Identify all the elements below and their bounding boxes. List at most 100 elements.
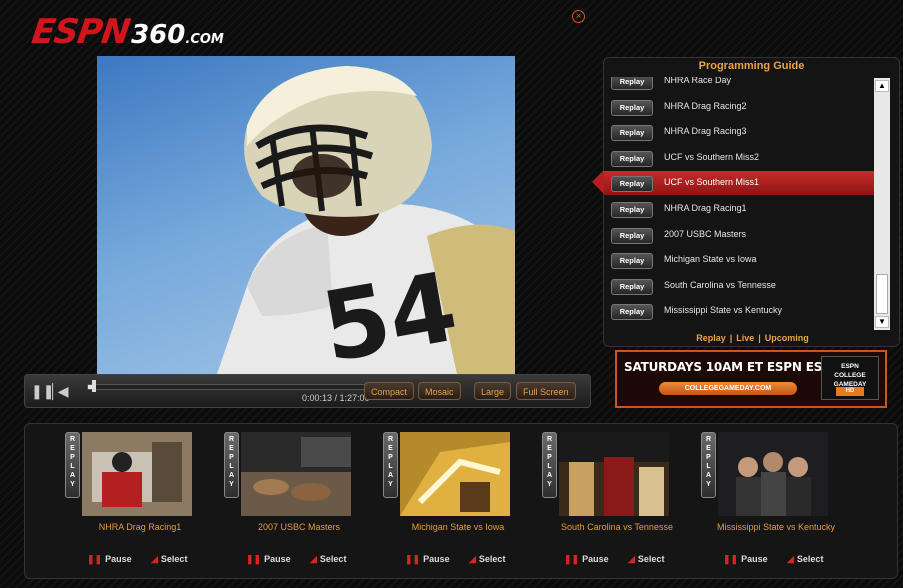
replay-button[interactable]: Replay [611,99,653,116]
select-control[interactable]: ◢ Select [628,554,664,565]
pause-control[interactable]: ❚❚ Pause [723,554,768,565]
logo-domain: .COM [185,32,224,47]
scroll-down-icon[interactable]: ▼ [875,316,889,328]
guide-item[interactable]: Replay UCF vs Southern Miss2 [604,146,874,170]
tab-replay[interactable]: Replay [696,333,726,343]
select-icon: ◢ [628,554,635,564]
replay-button[interactable]: Replay [611,278,653,295]
pause-icon: ❚❚ [564,554,580,564]
clip-thumbnail[interactable] [82,432,192,516]
select-control[interactable]: ◢ Select [787,554,823,565]
tab-live[interactable]: Live [736,333,754,343]
replay-tab[interactable]: REPLAY [542,432,557,498]
guide-item[interactable]: Replay Michigan State vs Iowa [604,248,874,272]
clip-thumbnail[interactable] [559,432,669,516]
pause-icon: ❚❚ [246,554,262,564]
clip-title[interactable]: 2007 USBC Masters [214,522,384,532]
clip-thumbnail[interactable] [241,432,351,516]
hd-badge: HD [836,387,864,396]
replay-button[interactable]: Replay [611,150,653,167]
replay-button[interactable]: Replay [611,176,653,193]
select-icon: ◢ [310,554,317,564]
guide-item[interactable]: Replay Mississippi State vs Kentucky [604,299,874,323]
clip-title[interactable]: NHRA Drag Racing1 [55,522,225,532]
tab-separator: | [729,333,733,343]
rewind-start-icon[interactable]: │◀ [49,383,69,399]
select-icon: ◢ [787,554,794,564]
pause-icon: ❚❚ [405,554,421,564]
guide-item[interactable]: Replay 2007 USBC Masters [604,223,874,247]
guide-item-label: 2007 USBC Masters [664,228,747,239]
select-label: Select [796,554,824,564]
tab-separator: | [758,333,761,343]
guide-item-label: Mississippi State vs Kentucky [664,305,783,316]
guide-item-label: NHRA Drag Racing1 [664,203,747,213]
guide-item[interactable]: Replay South Carolina vs Tennesse [604,274,874,298]
select-control[interactable]: ◢ Select [469,554,505,565]
logo-360: 360 [131,20,186,50]
replay-button[interactable]: Replay [611,227,653,244]
guide-item-label: South Carolina vs Tennesse [664,279,776,290]
seek-bar[interactable] [87,380,375,392]
replay-tab[interactable]: REPLAY [65,432,80,498]
seek-handle[interactable] [91,380,96,392]
pause-label: Pause [423,554,450,564]
badge-line: COLLEGE [834,372,866,379]
guide-item[interactable]: Replay NHRA Drag Racing3 [604,120,874,144]
select-label: Select [319,554,347,564]
mosaic-button[interactable]: Mosaic [418,382,461,400]
guide-item[interactable]: Replay NHRA Drag Racing2 [604,95,874,119]
college-gameday-ad[interactable]: SATURDAYS 10AM ET ESPN ESPNHD COLLEGEGAM… [615,350,887,408]
replay-button[interactable]: Replay [611,202,653,218]
replay-button[interactable]: Replay [611,125,653,142]
full-screen-button[interactable]: Full Screen [516,382,576,400]
replay-button[interactable]: Replay [611,253,653,270]
pause-control[interactable]: ❚❚ Pause [87,554,132,565]
tab-upcoming[interactable]: Upcoming [765,333,809,343]
scroll-thumb[interactable] [876,274,888,314]
guide-list: Replay NHRA Race Day Replay NHRA Drag Racin… [604,77,874,333]
clip-title[interactable]: Michigan State vs Iowa [373,522,543,532]
espn360-logo[interactable]: ESPN 360 .COM [29,12,224,52]
guide-item[interactable]: Replay UCF vs Southern Miss1 [604,171,874,196]
replay-tab[interactable]: REPLAY [224,432,239,498]
badge-line: ESPN [841,363,859,370]
guide-item-label: Michigan State vs Iowa [664,254,757,265]
clip-thumbnail[interactable] [718,432,828,516]
programming-guide: Programming Guide Replay NHRA Race Day Rep… [603,57,900,347]
clip-thumbnail[interactable] [400,432,510,516]
compact-button[interactable]: Compact [364,382,415,400]
scroll-up-icon[interactable]: ▲ [875,80,889,92]
replay-tab[interactable]: REPLAY [383,432,398,498]
replay-button[interactable]: Replay [611,304,653,321]
guide-item[interactable]: Replay NHRA Race Day [604,77,874,93]
pause-control[interactable]: ❚❚ Pause [246,554,291,565]
select-control[interactable]: ◢ Select [310,554,346,565]
guide-item[interactable]: Replay NHRA Drag Racing1 [604,197,874,221]
select-control[interactable]: ◢ Select [151,554,187,565]
pause-label: Pause [741,554,768,564]
close-icon[interactable]: × [572,10,585,23]
video-frame-football-player: 54 [217,66,515,374]
guide-scrollbar[interactable]: ▲ ▼ [874,78,890,330]
pause-icon: ❚❚ [87,554,103,564]
select-label: Select [478,554,506,564]
ad-url-button[interactable]: COLLEGEGAMEDAY.COM [659,382,797,395]
clip-title[interactable]: South Carolina vs Tennesse [532,522,702,532]
guide-item-label: NHRA Drag Racing3 [664,126,747,137]
replay-tab[interactable]: REPLAY [701,432,716,498]
replay-button[interactable]: Replay [611,77,653,90]
video-player[interactable]: 54 [97,56,515,374]
select-icon: ◢ [469,554,476,564]
pause-control[interactable]: ❚❚ Pause [564,554,609,565]
clip-title[interactable]: Mississippi State vs Kentucky [691,522,861,532]
select-icon: ◢ [151,554,158,564]
select-label: Select [637,554,665,564]
svg-text:54: 54 [314,251,465,374]
select-label: Select [160,554,188,564]
guide-item-label: NHRA Race Day [664,77,732,85]
large-button[interactable]: Large [474,382,512,400]
guide-item-label: UCF vs Southern Miss1 [664,177,760,188]
pause-control[interactable]: ❚❚ Pause [405,554,450,565]
active-item-pointer-icon [592,170,604,195]
